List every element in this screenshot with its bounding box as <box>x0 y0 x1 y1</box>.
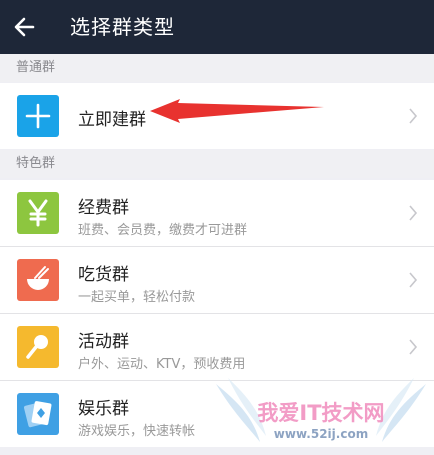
group-subtitle: 游戏娱乐，快速转帐 <box>78 424 196 439</box>
group-subtitle: 户外、运动、KTV，预收费用 <box>78 357 246 372</box>
section-label-special: 特色群 <box>0 150 434 178</box>
chevron-right-icon <box>409 108 418 124</box>
chevron-right-icon <box>409 272 418 288</box>
group-subtitle: 班费、会员费，缴费才可进群 <box>78 223 248 238</box>
group-title: 活动群 <box>78 332 129 352</box>
yen-icon <box>17 192 59 234</box>
group-title: 经费群 <box>78 198 129 218</box>
annotation-arrow-icon <box>150 99 324 123</box>
group-type-foodie[interactable]: 吃货群 一起买单，轻松付款 <box>0 247 434 313</box>
svg-text:我爱IT技术网: 我爱IT技术网 <box>257 401 384 425</box>
microphone-icon <box>17 326 59 368</box>
group-type-activity[interactable]: 活动群 户外、运动、KTV，预收费用 <box>0 314 434 380</box>
create-group-row[interactable]: 立即建群 <box>0 83 434 149</box>
plus-icon <box>17 95 59 137</box>
group-type-funding[interactable]: 经费群 班费、会员费，缴费才可进群 <box>0 180 434 246</box>
food-bowl-icon <box>17 259 59 301</box>
watermark: 我爱IT技术网 www.52ij.com <box>208 372 434 451</box>
watermark-logo-icon: 我爱IT技术网 www.52ij.com <box>216 378 426 442</box>
group-title: 娱乐群 <box>78 399 129 419</box>
playing-cards-icon <box>17 393 59 435</box>
chevron-right-icon <box>409 205 418 221</box>
chevron-right-icon <box>409 339 418 355</box>
svg-text:www.52ij.com: www.52ij.com <box>274 427 368 441</box>
group-title: 吃货群 <box>78 265 129 285</box>
title-bar: 选择群类型 <box>0 0 434 54</box>
create-group-label: 立即建群 <box>78 110 146 130</box>
group-subtitle: 一起买单，轻松付款 <box>78 290 196 305</box>
section-label-normal: 普通群 <box>0 54 434 82</box>
back-button[interactable] <box>6 8 44 46</box>
back-arrow-icon <box>14 17 35 37</box>
page-title: 选择群类型 <box>70 15 175 39</box>
